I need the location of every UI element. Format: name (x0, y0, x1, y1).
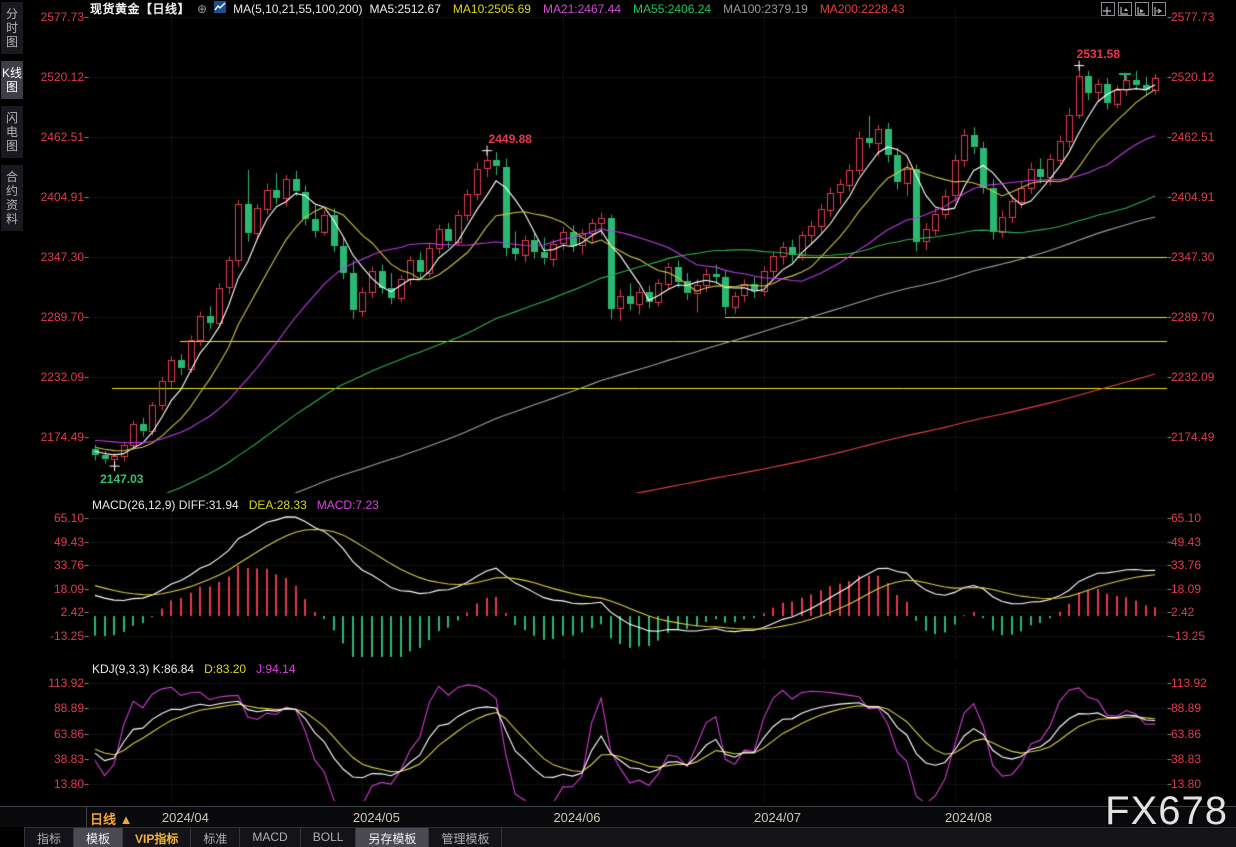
bottom-tab-1[interactable]: 模板 (74, 828, 123, 847)
macd-axis-label-right-2: 33.76 (1171, 558, 1235, 572)
main-axis-label-right-7: 2174.49 (1171, 430, 1235, 444)
move-icon[interactable] (1101, 2, 1115, 16)
axis-scale-right-icon[interactable] (1135, 2, 1149, 16)
main-axis-label-right-3: 2404.91 (1171, 190, 1235, 204)
macd-axis-label-right-4: 2.42 (1171, 605, 1235, 619)
x-axis-date-2: 2024/06 (553, 810, 600, 825)
period-selector[interactable]: 日线 ▲ (90, 809, 133, 828)
main-axis-label-left-5: 2289.70 (0, 310, 84, 324)
macd-axis-label-left-5: -13.25 (0, 629, 84, 643)
sidebar-item-1[interactable]: K线图 (1, 61, 23, 99)
date-axis-row: 日线 ▲ 2024/04 2024/05 2024/06 2024/07 2024/08 (0, 806, 1236, 827)
ma-group-label: MA(5,10,21,55,100,200) (233, 2, 362, 16)
bottom-tab-7[interactable]: 管理模板 (429, 828, 502, 847)
macd-axis-label-right-3: 18.09 (1171, 582, 1235, 596)
kdj-axis-label-left-0: 113.92 (0, 676, 84, 690)
price-annotation-1: 2449.88 (489, 132, 532, 146)
main-axis-label-right-0: 2577.73 (1171, 10, 1235, 24)
indicator-value-1: D:83.20 (204, 662, 246, 676)
watermark-logo: FX678 (1105, 789, 1228, 834)
ma-value-0: MA5:2512.67 (370, 2, 441, 16)
kdj-axis-label-right-1: 88.89 (1171, 701, 1235, 715)
ma-value-3: MA55:2406.24 (633, 2, 711, 16)
period-arrow-icon: ▲ (120, 812, 133, 827)
sidebar-item-2[interactable]: 闪电图 (1, 106, 23, 158)
ma-value-4: MA100:2379.19 (723, 2, 808, 16)
add-indicator-icon[interactable]: ⊕ (197, 2, 207, 16)
kdj-axis-label-left-2: 63.86 (0, 727, 84, 741)
bottom-tab-0[interactable]: 指标 (24, 828, 74, 847)
kdj-axis-label-right-2: 63.86 (1171, 727, 1235, 741)
macd-axis-label-left-4: 2.42 (0, 605, 84, 619)
x-axis-date-1: 2024/05 (353, 810, 400, 825)
chart-window: 分时图 K线图闪电图合约资料 现货黄金【日线】 ⊕ MA(5,10,21,55,1… (0, 0, 1236, 846)
kdj-pane-header: KDJ(9,3,3) K:86.84 D:83.20 J:94.14 (92, 662, 305, 676)
ma-value-2: MA21:2467.44 (543, 2, 621, 16)
macd-axis-label-left-2: 33.76 (0, 558, 84, 572)
main-axis-label-right-5: 2289.70 (1171, 310, 1235, 324)
left-sidebar: 分时图 K线图闪电图合约资料 (0, 2, 24, 238)
ma-value-5: MA200:2228.43 (820, 2, 905, 16)
kdj-axis-label-right-3: 38.83 (1171, 752, 1235, 766)
period-label: 日线 (90, 812, 116, 827)
kdj-axis-label-right-0: 113.92 (1171, 676, 1235, 690)
x-axis-date-4: 2024/08 (945, 810, 992, 825)
x-axis-date-0: 2024/04 (162, 810, 209, 825)
main-axis-label-right-4: 2347.30 (1171, 250, 1235, 264)
sidebar-item-0[interactable]: 分时图 (1, 2, 23, 54)
chart-canvas[interactable] (0, 0, 1236, 846)
main-axis-label-right-1: 2520.12 (1171, 70, 1235, 84)
bottom-tab-6[interactable]: 另存模板 (356, 828, 429, 847)
ma-values: MA5:2512.67 MA10:2505.69 MA21:2467.44 MA55:… (370, 2, 917, 16)
indicator-value-2: J:94.14 (256, 662, 295, 676)
price-annotation-0: 2147.03 (100, 472, 143, 486)
main-axis-label-right-6: 2232.09 (1171, 370, 1235, 384)
indicator-value-0: MACD(26,12,9) DIFF:31.94 (92, 498, 239, 512)
kdj-axis-label-left-4: 13.80 (0, 777, 84, 791)
macd-axis-label-left-3: 18.09 (0, 582, 84, 596)
main-axis-label-right-2: 2462.51 (1171, 130, 1235, 144)
macd-axis-label-left-1: 49.43 (0, 535, 84, 549)
kdj-axis-label-left-1: 88.89 (0, 701, 84, 715)
ma-value-1: MA10:2505.69 (453, 2, 531, 16)
x-axis-date-3: 2024/07 (754, 810, 801, 825)
indicator-value-2: MACD:7.23 (317, 498, 379, 512)
bottom-tab-3[interactable]: 标准 (191, 828, 240, 847)
sidebar-item-3[interactable]: 合约资料 (1, 165, 23, 231)
chart-toolbar (1101, 2, 1166, 16)
bottom-tab-5[interactable]: BOLL (301, 828, 357, 847)
main-axis-label-left-7: 2174.49 (0, 430, 84, 444)
chart-style-icon[interactable] (214, 1, 226, 16)
chart-header: 现货黄金【日线】 ⊕ MA(5,10,21,55,100,200) MA5:25… (90, 1, 917, 16)
indicator-value-1: DEA:28.33 (249, 498, 307, 512)
pan-right-icon[interactable] (1152, 2, 1166, 16)
price-annotation-2: 2531.58 (1077, 47, 1120, 61)
indicator-value-0: KDJ(9,3,3) K:86.84 (92, 662, 194, 676)
main-axis-label-left-6: 2232.09 (0, 370, 84, 384)
date-row-divider (86, 807, 87, 827)
kdj-axis-label-left-3: 38.83 (0, 752, 84, 766)
macd-axis-label-left-0: 65.10 (0, 511, 84, 525)
main-axis-label-left-4: 2347.30 (0, 250, 84, 264)
macd-axis-label-right-0: 65.10 (1171, 511, 1235, 525)
page-title: 现货黄金【日线】 (90, 0, 190, 17)
axis-scale-up-icon[interactable] (1118, 2, 1132, 16)
bottom-tab-4[interactable]: MACD (240, 828, 300, 847)
macd-pane-header: MACD(26,12,9) DIFF:31.94 DEA:28.33 MACD:7.… (92, 498, 389, 512)
bottom-tab-bar: 指标模板VIP指标标准MACDBOLL另存模板管理模板 (24, 827, 1236, 847)
bottom-tab-2[interactable]: VIP指标 (123, 828, 191, 847)
macd-axis-label-right-1: 49.43 (1171, 535, 1235, 549)
macd-axis-label-right-5: -13.25 (1171, 629, 1235, 643)
